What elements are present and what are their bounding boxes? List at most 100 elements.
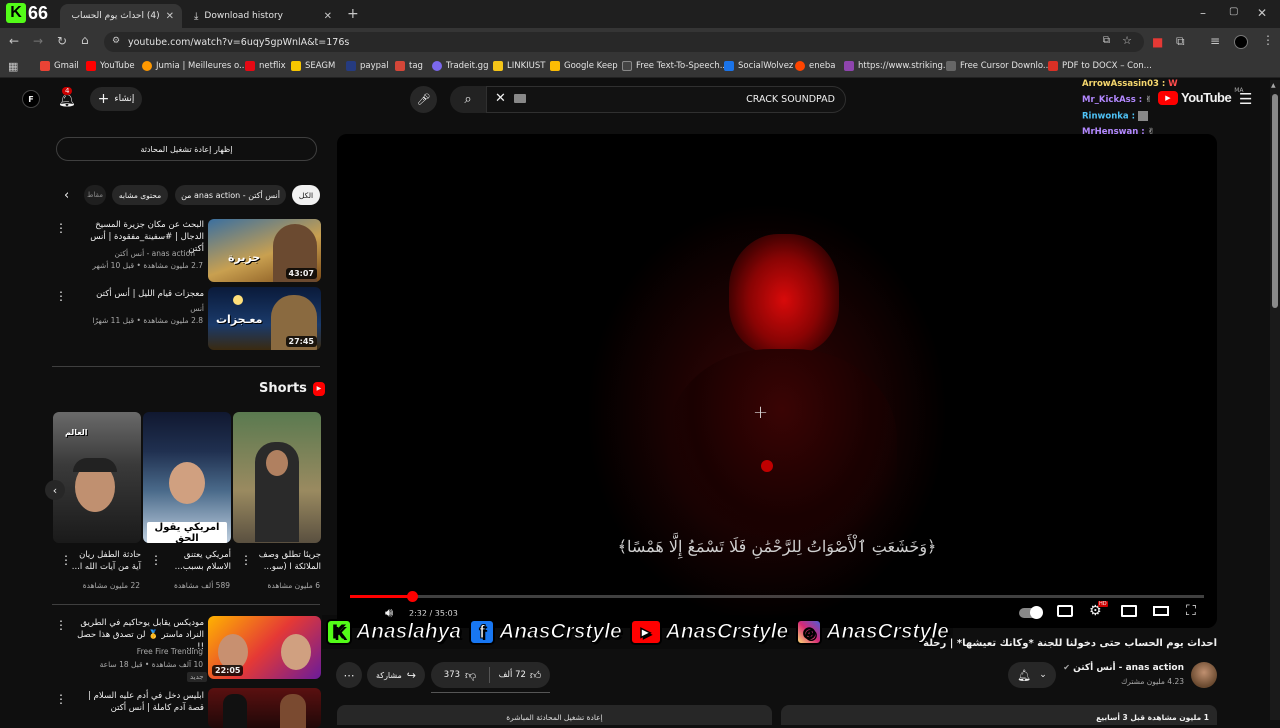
more-options-icon[interactable]: ⋮ <box>55 221 67 235</box>
description-card[interactable]: 1 مليون مشاهدة قبل 3 أسابيع <box>781 705 1217 725</box>
share-button[interactable]: مشاركة ↪ <box>367 662 425 688</box>
video-title[interactable]: معجزات قيام الليل | أنس أكتن <box>80 288 204 300</box>
short-title[interactable]: أمريكي يعتنق الاسلام بسبب... <box>158 549 231 573</box>
bookmark-item[interactable]: SocialWolvez <box>724 61 793 71</box>
close-icon[interactable]: ✕ <box>324 11 332 22</box>
search-button[interactable]: ⌕ <box>450 86 486 113</box>
bookmark-item[interactable]: Google Keep <box>550 61 618 71</box>
more-actions-button[interactable]: ⋯ <box>336 662 362 688</box>
bookmark-item[interactable]: Gmail <box>40 61 79 71</box>
settings-icon[interactable]: ⚙ HD <box>1089 601 1108 619</box>
filter-chip[interactable]: مقاط <box>84 185 106 205</box>
puzzle-icon[interactable]: ⧉ <box>1176 34 1185 49</box>
tab-video[interactable]: (4) أحداث يوم الحساب حتى دخو ✕ <box>60 4 182 28</box>
like-button[interactable]: 👍︎ 72 ألف <box>490 662 550 688</box>
bookmark-item[interactable]: tag <box>395 61 423 71</box>
bookmark-star-icon[interactable]: ☆ <box>1122 34 1132 47</box>
figure-head <box>729 234 839 354</box>
clear-search-icon[interactable]: ✕ <box>495 91 506 106</box>
short-title[interactable]: جريئا تطلق وصف الملائكة ا (سو... <box>248 549 321 573</box>
bookmark-item[interactable]: Jumia | Meilleures o... <box>142 61 247 71</box>
voice-search-button[interactable]: 🎤︎ <box>410 86 437 113</box>
autoplay-toggle[interactable] <box>1019 606 1043 619</box>
search-input[interactable]: ✕ CRACK SOUNDPAD <box>486 86 846 113</box>
progress-bar[interactable] <box>350 591 1204 602</box>
bookmark-item[interactable]: PDF to DOCX – Con... <box>1048 61 1152 71</box>
apps-icon[interactable]: ▦ <box>8 60 18 73</box>
channel-name[interactable]: Free Fire Trending <box>137 647 203 656</box>
tab-search-icon[interactable]: ≡ <box>1210 34 1220 48</box>
notifications-button[interactable]: 🔔︎ 4 <box>58 87 80 109</box>
fullscreen-icon[interactable]: ⛶ <box>1186 603 1196 619</box>
video-title[interactable]: ابليس دخل في أدم عليه السلام | قصة آدم ك… <box>80 690 204 714</box>
create-button[interactable]: + إنشاء <box>90 87 142 111</box>
more-options-icon[interactable]: ⋮ <box>55 289 67 303</box>
keyboard-icon[interactable] <box>514 94 526 103</box>
youtube-logo[interactable]: ▶ YouTube MA <box>1158 87 1243 105</box>
forward-icon[interactable]: → <box>33 34 43 48</box>
guide-menu-icon[interactable]: ☰ <box>1239 90 1252 108</box>
more-options-icon[interactable]: ⋮ <box>55 692 67 706</box>
short-title[interactable]: حادثة الطفل ريان آية من آيات الله ا... <box>68 549 141 573</box>
theater-mode-icon[interactable] <box>1153 606 1169 616</box>
home-icon[interactable]: ⌂ <box>81 33 89 47</box>
channel-name[interactable]: anas action - أنس أكتن <box>114 249 195 258</box>
bookmark-item[interactable]: LINKIUST <box>493 61 546 71</box>
channel-name[interactable]: anas action - أنس أكتن ✔ <box>1060 663 1184 673</box>
more-options-icon[interactable]: ⋮ <box>55 618 67 632</box>
video-thumbnail[interactable]: معـجزات 27:45 <box>208 287 321 350</box>
channel-avatar[interactable] <box>1191 662 1217 688</box>
tab-download-history[interactable]: ⤓ Download history ✕ <box>186 4 340 28</box>
dislike-button[interactable]: 373 👎︎ <box>432 662 488 688</box>
bookmark-item[interactable]: YouTube <box>86 61 135 71</box>
more-options-icon[interactable]: ⋮ <box>240 553 252 567</box>
bookmark-item[interactable]: SEAGM <box>291 61 335 71</box>
more-options-icon[interactable]: ⋮ <box>150 553 162 567</box>
bookmark-item[interactable]: https://www.striking... <box>844 61 951 71</box>
profile-avatar[interactable] <box>1234 35 1248 49</box>
maximize-icon[interactable]: ▢ <box>1229 6 1238 17</box>
video-thumbnail[interactable] <box>208 688 321 728</box>
address-bar[interactable]: ⚙ youtube.com/watch?v=6uqy5gpWnlA&t=176s… <box>104 32 1144 52</box>
shorts-prev-button[interactable]: ‹ <box>45 480 65 500</box>
show-chat-replay-button[interactable]: إظهار إعادة تشغيل المحادثة <box>56 137 317 161</box>
short-thumbnail[interactable] <box>233 412 321 543</box>
bookmark-item[interactable]: Free Cursor Downlo... <box>946 61 1051 71</box>
short-thumbnail[interactable]: امريكي يقول الحق <box>143 412 231 543</box>
scroll-up-icon[interactable]: ▲ <box>1271 82 1276 89</box>
bookmark-item[interactable]: paypal <box>346 61 389 71</box>
filter-chip-active[interactable]: الكل <box>292 185 320 205</box>
bookmark-item[interactable]: eneba <box>795 61 835 71</box>
filter-chip[interactable]: من anas action - أنس أكتن <box>175 185 286 205</box>
subtitles-icon[interactable] <box>1057 605 1073 617</box>
close-icon[interactable]: ✕ <box>166 11 174 22</box>
extension-icon[interactable]: ■ <box>1152 35 1163 49</box>
moon-icon <box>233 295 243 305</box>
chat-replay-card[interactable]: إعادة تشغيل المحادثة المباشرة <box>337 705 772 725</box>
reload-icon[interactable]: ↻ <box>57 34 67 48</box>
window-close-icon[interactable]: ✕ <box>1257 6 1267 20</box>
chevron-left-icon[interactable]: ‹ <box>64 188 69 203</box>
page-scrollbar[interactable]: ▲ <box>1270 80 1280 720</box>
more-options-icon[interactable]: ⋮ <box>60 553 72 567</box>
menu-icon[interactable]: ⋮ <box>1262 33 1274 47</box>
bookmark-item[interactable]: Tradeit.gg <box>432 61 488 71</box>
miniplayer-icon[interactable] <box>1121 605 1137 617</box>
progress-scrubber[interactable] <box>406 591 418 602</box>
subscribed-button[interactable]: 🔔︎ ⌄ <box>1008 662 1056 688</box>
scrollbar-thumb[interactable] <box>1272 94 1278 308</box>
bookmark-item[interactable]: Free Text-To-Speech... <box>622 61 728 71</box>
video-thumbnail[interactable]: جزيرة 43:07 <box>208 219 321 282</box>
video-thumbnail[interactable]: 22:05 <box>208 616 321 679</box>
site-info-icon[interactable]: ⚙ <box>112 36 120 46</box>
video-player[interactable]: + ﴿وَخَشَعَتِ ٱلْأَصْوَاتُ لِلرَّحْمَٰنِ… <box>337 134 1217 628</box>
back-icon[interactable]: ← <box>9 34 19 48</box>
short-thumbnail[interactable]: العالم <box>53 412 141 543</box>
channel-name[interactable]: أنس <box>190 304 204 313</box>
account-avatar[interactable]: F <box>22 90 40 108</box>
bookmark-item[interactable]: netflix <box>245 61 286 71</box>
new-tab-icon[interactable]: + <box>347 6 359 22</box>
filter-chip[interactable]: محتوى مشابه <box>112 185 168 205</box>
minimize-icon[interactable]: – <box>1200 6 1206 20</box>
install-icon[interactable]: ⧉ <box>1103 35 1110 46</box>
